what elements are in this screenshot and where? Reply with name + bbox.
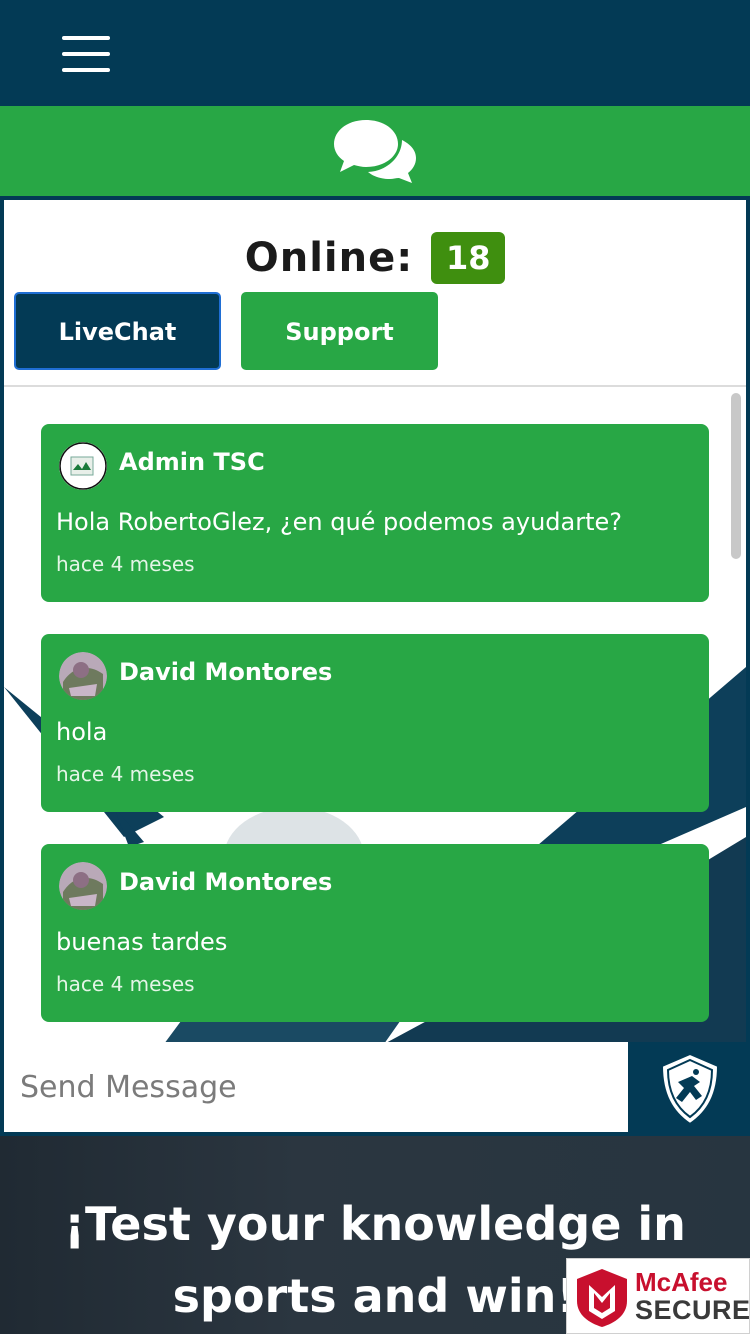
promo-line-1: ¡Test your knowledge in (64, 1197, 686, 1251)
message-author: Admin TSC (119, 448, 265, 476)
message-timestamp: hace 4 meses (56, 972, 195, 996)
mcafee-shield-icon (577, 1269, 627, 1327)
avatar (59, 862, 107, 910)
message-list[interactable]: Admin TSC Hola RobertoGlez, ¿en qué pode… (4, 385, 746, 1042)
message-timestamp: hace 4 meses (56, 552, 195, 576)
online-count-badge: 18 (431, 232, 506, 284)
tab-support[interactable]: Support (241, 292, 438, 370)
message-timestamp: hace 4 meses (56, 762, 195, 786)
online-label: Online: (244, 235, 414, 281)
scrollbar-thumb[interactable] (731, 393, 741, 559)
chat-panel: Online: 18 LiveChat Support Admin TSC Hol… (4, 200, 746, 1042)
avatar (59, 652, 107, 700)
top-navigation-bar (0, 0, 750, 106)
hamburger-menu-icon[interactable] (62, 36, 110, 72)
shield-logo-send-icon[interactable] (656, 1052, 724, 1126)
message-text: Hola RobertoGlez, ¿en qué podemos ayudar… (56, 508, 623, 536)
message-text: buenas tardes (56, 928, 228, 956)
tab-livechat[interactable]: LiveChat (14, 292, 221, 370)
message-text: hola (56, 718, 108, 746)
chat-message: Admin TSC Hola RobertoGlez, ¿en qué pode… (41, 424, 709, 602)
mcafee-secure-label: SECURE (635, 1295, 750, 1325)
message-author: David Montores (119, 868, 333, 896)
message-author: David Montores (119, 658, 333, 686)
send-message-input[interactable] (4, 1042, 628, 1132)
mcafee-secure-badge[interactable]: McAfee SECURE (566, 1258, 750, 1334)
chat-message: David Montores hola hace 4 meses (41, 634, 709, 812)
mcafee-brand: McAfee (635, 1267, 728, 1297)
avatar (59, 442, 107, 490)
chat-message: David Montores buenas tardes hace 4 mese… (41, 844, 709, 1022)
online-status: Online: 18 (4, 232, 746, 286)
comments-icon[interactable] (332, 116, 418, 184)
